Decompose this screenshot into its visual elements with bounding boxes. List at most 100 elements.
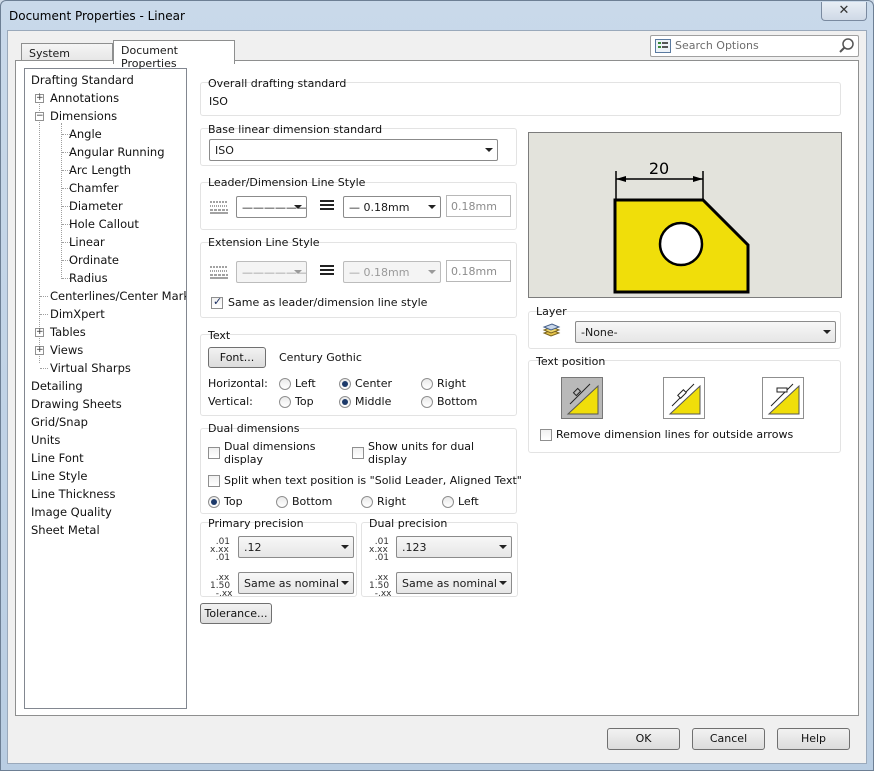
dual-bottom-radio[interactable] bbox=[276, 496, 288, 508]
tree-item-line-style[interactable]: Line Style bbox=[31, 469, 88, 483]
dual-precision-select[interactable]: .123 bbox=[396, 536, 512, 558]
horizontal-label: Horizontal: bbox=[208, 377, 268, 390]
search-input[interactable]: Search Options bbox=[675, 39, 759, 52]
expand-plus-icon[interactable]: + bbox=[35, 94, 44, 103]
vertical-top-radio[interactable] bbox=[279, 396, 291, 408]
remove-dimension-lines-checkbox[interactable] bbox=[540, 429, 552, 441]
chevron-down-icon bbox=[428, 205, 436, 209]
tolerance-button[interactable]: Tolerance... bbox=[200, 603, 272, 624]
dual-left-radio[interactable] bbox=[442, 496, 454, 508]
tree-item-virtual-sharps[interactable]: Virtual Sharps bbox=[50, 361, 131, 375]
vertical-bottom-radio[interactable] bbox=[421, 396, 433, 408]
tree-item-views[interactable]: Views bbox=[50, 343, 83, 357]
tree-item-diameter[interactable]: Diameter bbox=[69, 199, 123, 213]
preview-drawing: 20 bbox=[613, 159, 750, 294]
precision-tolerance-icon: .xx 1.50 -.xx bbox=[369, 573, 392, 599]
show-units-checkbox[interactable] bbox=[352, 447, 364, 459]
tree-item-arc-length[interactable]: Arc Length bbox=[69, 163, 131, 177]
expand-plus-icon[interactable]: + bbox=[35, 346, 44, 355]
expand-plus-icon[interactable]: + bbox=[35, 328, 44, 337]
split-text-checkbox[interactable] bbox=[208, 475, 220, 487]
tree-item-line-font[interactable]: Line Font bbox=[31, 451, 84, 465]
select-value: .123 bbox=[402, 541, 427, 554]
ok-button[interactable]: OK bbox=[607, 728, 680, 750]
leader-line-style-select[interactable]: —————— bbox=[236, 196, 307, 218]
leader-style-title: Leader/Dimension Line Style bbox=[208, 176, 366, 189]
chevron-down-icon bbox=[499, 545, 507, 549]
tree-item-grid-snap[interactable]: Grid/Snap bbox=[31, 415, 88, 429]
horizontal-left-label: Left bbox=[295, 377, 316, 390]
tree-item-chamfer[interactable]: Chamfer bbox=[69, 181, 118, 195]
precision-tolerance-icon: .xx 1.50 -.xx bbox=[210, 573, 233, 599]
extension-thickness-select: — 0.18mm bbox=[343, 261, 441, 283]
tree-item-dimxpert[interactable]: DimXpert bbox=[50, 307, 105, 321]
horizontal-center-radio[interactable] bbox=[339, 378, 351, 390]
text-position-broken-leader-icon bbox=[668, 383, 701, 415]
select-value: Same as nominal bbox=[244, 577, 339, 590]
text-position-aligned-button[interactable] bbox=[561, 377, 603, 419]
tree-item-dimensions[interactable]: Dimensions bbox=[50, 109, 117, 123]
tree-item-angular-running[interactable]: Angular Running bbox=[69, 145, 165, 159]
dual-right-radio[interactable] bbox=[361, 496, 373, 508]
close-button[interactable]: ✕ bbox=[821, 2, 867, 21]
select-value: Same as nominal bbox=[402, 577, 497, 590]
tree-item-radius[interactable]: Radius bbox=[69, 271, 108, 285]
select-value: ISO bbox=[215, 144, 234, 157]
tree-item-drawing-sheets[interactable]: Drawing Sheets bbox=[31, 397, 122, 411]
tree-item-tables[interactable]: Tables bbox=[50, 325, 86, 339]
tree-item-detailing[interactable]: Detailing bbox=[31, 379, 83, 393]
chevron-down-icon bbox=[485, 148, 493, 152]
horizontal-right-radio[interactable] bbox=[421, 378, 433, 390]
same-as-leader-checkbox[interactable] bbox=[211, 295, 223, 309]
tree-item-centerlines[interactable]: Centerlines/Center Marks bbox=[50, 289, 186, 303]
primary-precision-select[interactable]: .12 bbox=[238, 536, 354, 558]
remove-dimension-lines-label: Remove dimension lines for outside arrow… bbox=[556, 428, 794, 441]
leader-thickness-select[interactable]: — 0.18mm bbox=[343, 196, 441, 218]
line-style-icon bbox=[210, 201, 228, 214]
tree-item-hole-callout[interactable]: Hole Callout bbox=[69, 217, 139, 231]
primary-tolerance-select[interactable]: Same as nominal bbox=[238, 572, 354, 594]
base-standard-select[interactable]: ISO bbox=[209, 139, 498, 161]
tree-item-sheet-metal[interactable]: Sheet Metal bbox=[31, 523, 100, 537]
text-position-broken-leader-button[interactable] bbox=[663, 377, 705, 419]
primary-precision-title: Primary precision bbox=[208, 517, 304, 530]
tree-item-linear[interactable]: Linear bbox=[69, 235, 105, 249]
vertical-middle-radio[interactable] bbox=[339, 396, 351, 408]
preview-hole bbox=[658, 221, 704, 267]
horizontal-left-radio[interactable] bbox=[279, 378, 291, 390]
split-text-label: Split when text position is "Solid Leade… bbox=[224, 474, 522, 487]
line-thickness-icon bbox=[320, 200, 334, 214]
chevron-down-icon bbox=[428, 270, 436, 274]
tree-item-annotations[interactable]: Annotations bbox=[50, 91, 119, 105]
vertical-label: Vertical: bbox=[208, 395, 253, 408]
dual-top-radio[interactable] bbox=[208, 496, 220, 508]
select-value: — 0.18mm bbox=[349, 201, 410, 214]
dual-right-label: Right bbox=[377, 495, 406, 508]
tree-item-drafting-standard[interactable]: Drafting Standard bbox=[31, 73, 134, 87]
tree-item-image-quality[interactable]: Image Quality bbox=[31, 505, 112, 519]
help-button[interactable]: Help bbox=[777, 728, 850, 750]
text-position-horizontal-button[interactable] bbox=[762, 377, 804, 419]
tree-item-units[interactable]: Units bbox=[31, 433, 60, 447]
layer-select[interactable]: -None- bbox=[575, 321, 836, 343]
dual-dimensions-title: Dual dimensions bbox=[208, 422, 300, 435]
tree-item-angle[interactable]: Angle bbox=[69, 127, 102, 141]
tree-item-line-thickness[interactable]: Line Thickness bbox=[31, 487, 115, 501]
search-icon[interactable] bbox=[839, 38, 855, 54]
text-position-horizontal-icon bbox=[767, 383, 800, 415]
tab-document-properties[interactable]: Document Properties bbox=[113, 40, 235, 70]
search-box[interactable]: Search Options bbox=[650, 35, 859, 57]
text-position-title: Text position bbox=[536, 355, 606, 368]
layer-title: Layer bbox=[536, 305, 567, 318]
cancel-button[interactable]: Cancel bbox=[692, 728, 765, 750]
select-value: -None- bbox=[581, 326, 618, 339]
dual-display-checkbox[interactable] bbox=[208, 447, 220, 459]
dual-tolerance-select[interactable]: Same as nominal bbox=[396, 572, 512, 594]
collapse-minus-icon[interactable]: − bbox=[35, 112, 44, 121]
select-value: — 0.18mm bbox=[349, 266, 410, 279]
tree-item-ordinate[interactable]: Ordinate bbox=[69, 253, 119, 267]
font-button[interactable]: Font... bbox=[208, 347, 266, 368]
dual-precision-title: Dual precision bbox=[369, 517, 448, 530]
leader-custom-thickness-input[interactable]: 0.18mm bbox=[446, 195, 511, 217]
dual-top-label: Top bbox=[224, 495, 243, 508]
